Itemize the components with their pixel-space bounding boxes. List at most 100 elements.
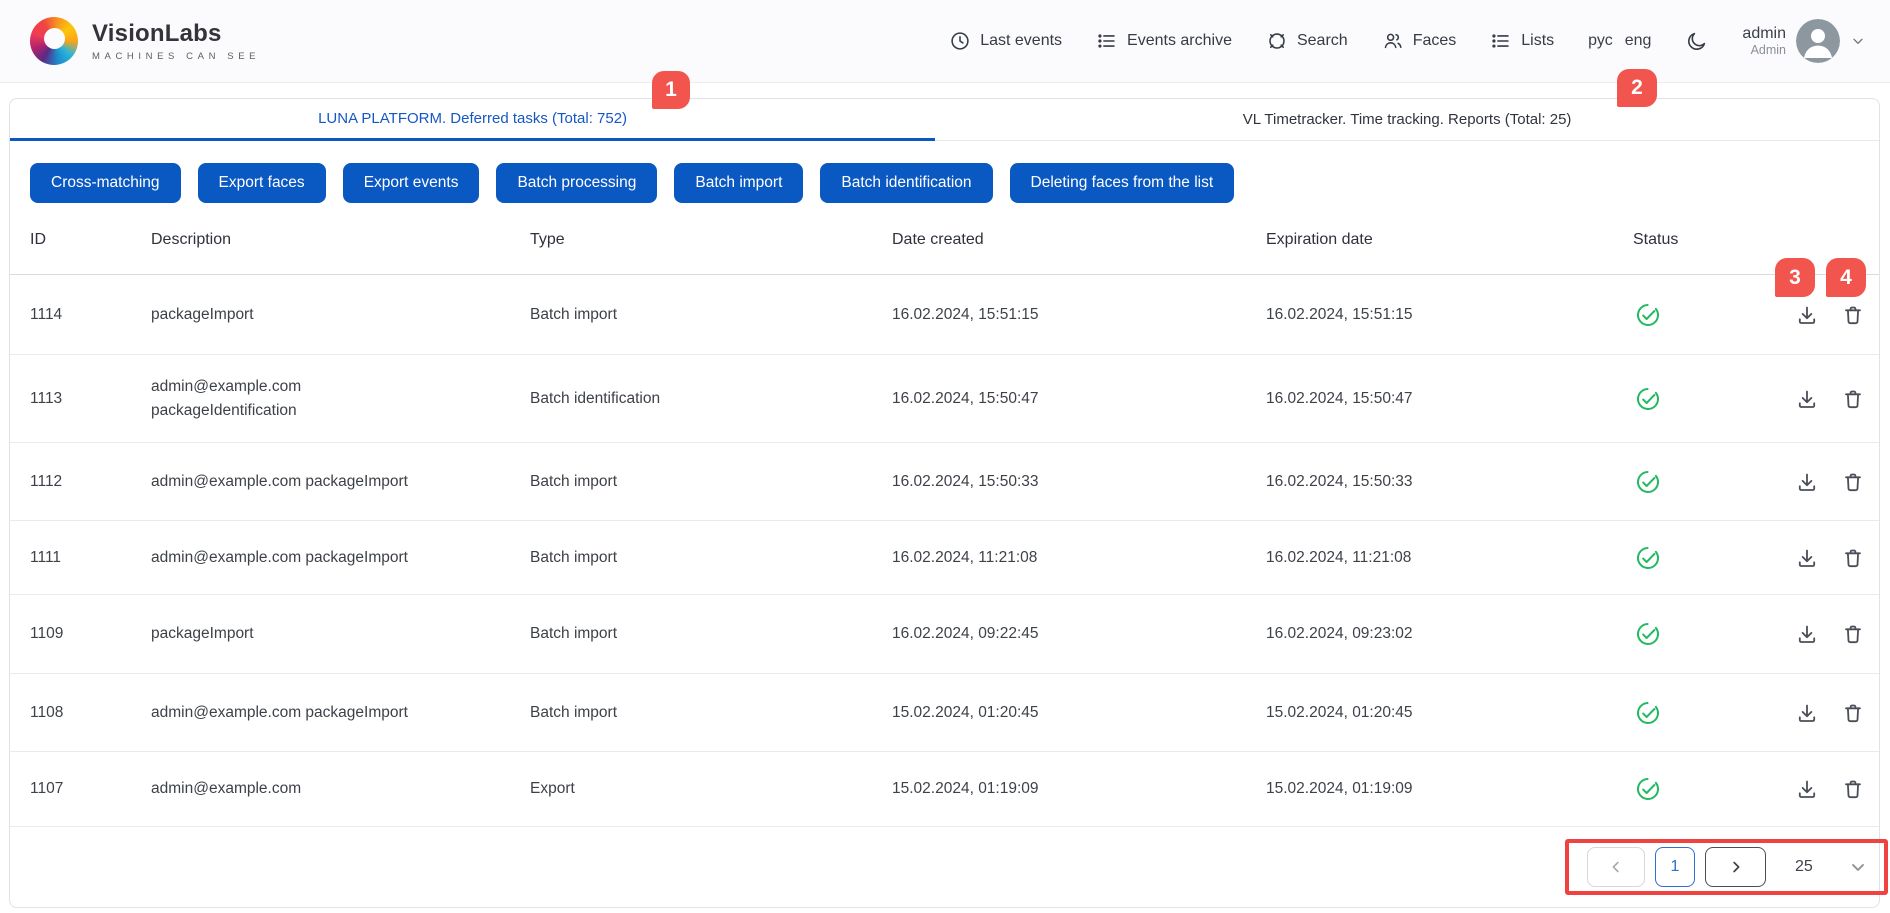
batch-processing-button[interactable]: Batch processing (496, 163, 657, 203)
column-header-expiration-date: Expiration date (1266, 231, 1633, 249)
dark-mode-toggle[interactable] (1685, 30, 1708, 53)
delete-task-button[interactable] (1841, 701, 1865, 725)
download-icon (1795, 777, 1819, 801)
status-success-icon (1633, 545, 1760, 571)
cell-type: Batch import (530, 704, 892, 722)
language-switcher: рус eng (1588, 32, 1651, 50)
nav-item-faces[interactable]: Faces (1382, 30, 1457, 52)
tab-luna-deferred-tasks[interactable]: LUNA PLATFORM. Deferred tasks (Total: 75… (10, 99, 935, 141)
download-icon (1795, 470, 1819, 494)
annotation-badge-3: 3 (1775, 258, 1815, 297)
download-result-button[interactable] (1795, 470, 1819, 494)
previous-page-button[interactable] (1587, 847, 1645, 887)
cell-date-created: 16.02.2024, 15:50:33 (892, 473, 1266, 491)
column-header-status: Status (1633, 231, 1760, 249)
deleting-faces-button[interactable]: Deleting faces from the list (1010, 163, 1235, 203)
trash-icon (1841, 387, 1865, 411)
status-success-icon (1633, 386, 1760, 412)
status-success-icon (1633, 469, 1760, 495)
trash-icon (1841, 777, 1865, 801)
list-icon (1096, 30, 1118, 52)
download-icon (1795, 387, 1819, 411)
table-row: 1111 admin@example.com packageImport Bat… (10, 521, 1879, 595)
page: VisionLabs MACHINES CAN SEE Last events (0, 0, 1890, 913)
download-result-button[interactable] (1795, 303, 1819, 327)
download-result-button[interactable] (1795, 622, 1819, 646)
list-icon (1490, 30, 1512, 52)
cell-description: packageImport (151, 303, 423, 326)
download-result-button[interactable] (1795, 546, 1819, 570)
cell-expiration-date: 16.02.2024, 15:50:33 (1266, 473, 1633, 491)
cell-type: Export (530, 780, 892, 798)
table-row: 1113 admin@example.com packageIdentifica… (10, 355, 1879, 443)
cell-id: 1114 (30, 306, 151, 324)
cell-expiration-date: 16.02.2024, 15:50:47 (1266, 390, 1633, 408)
cell-date-created: 16.02.2024, 15:50:47 (892, 390, 1266, 408)
cell-type: Batch import (530, 473, 892, 491)
tab-vl-timetracker-reports[interactable]: VL Timetracker. Time tracking. Reports (… (935, 99, 1879, 141)
chevron-down-icon (1850, 33, 1866, 49)
export-faces-button[interactable]: Export faces (198, 163, 326, 203)
cell-description: admin@example.com packageImport (151, 546, 423, 569)
search-focus-icon (1266, 30, 1288, 52)
nav-item-label: Events archive (1127, 32, 1232, 50)
lang-rus[interactable]: рус (1588, 32, 1613, 50)
page-number-button[interactable]: 1 (1655, 847, 1695, 887)
download-icon (1795, 303, 1819, 327)
nav-item-events-archive[interactable]: Events archive (1096, 30, 1232, 52)
cell-expiration-date: 16.02.2024, 11:21:08 (1266, 549, 1633, 567)
delete-task-button[interactable] (1841, 387, 1865, 411)
nav-item-label: Search (1297, 32, 1348, 50)
nav-item-search[interactable]: Search (1266, 30, 1348, 52)
chevron-right-icon (1727, 858, 1745, 876)
avatar[interactable] (1796, 19, 1840, 63)
nav-item-last-events[interactable]: Last events (949, 30, 1062, 52)
chevron-down-icon (1848, 857, 1868, 877)
status-success-icon (1633, 700, 1760, 726)
cell-expiration-date: 16.02.2024, 15:51:15 (1266, 306, 1633, 324)
cell-date-created: 16.02.2024, 09:22:45 (892, 625, 1266, 643)
delete-task-button[interactable] (1841, 470, 1865, 494)
annotation-badge-1: 1 (652, 71, 690, 109)
cell-date-created: 15.02.2024, 01:19:09 (892, 780, 1266, 798)
delete-task-button[interactable] (1841, 303, 1865, 327)
table-row: 1107 admin@example.com Export 15.02.2024… (10, 752, 1879, 827)
cell-description: admin@example.com packageImport (151, 470, 423, 493)
export-events-button[interactable]: Export events (343, 163, 480, 203)
next-page-button[interactable] (1705, 847, 1766, 887)
user-menu[interactable]: admin Admin (1742, 19, 1866, 63)
nav-item-label: Lists (1521, 32, 1554, 50)
cell-type: Batch import (530, 625, 892, 643)
page-size-dropdown[interactable] (1848, 857, 1868, 877)
user-names: admin Admin (1742, 25, 1786, 58)
cell-date-created: 16.02.2024, 15:51:15 (892, 306, 1266, 324)
user-name: admin (1742, 25, 1786, 43)
cell-description: admin@example.com (151, 777, 423, 800)
status-success-icon (1633, 302, 1760, 328)
cell-id: 1113 (30, 390, 151, 408)
brand-tagline: MACHINES CAN SEE (92, 51, 260, 62)
trash-icon (1841, 546, 1865, 570)
pagination-annotation-box: 1 25 (1565, 839, 1888, 895)
lang-eng[interactable]: eng (1625, 32, 1652, 50)
cell-type: Batch import (530, 306, 892, 324)
top-nav: VisionLabs MACHINES CAN SEE Last events (0, 0, 1890, 83)
cell-id: 1112 (30, 473, 151, 491)
page-size-value[interactable]: 25 (1795, 858, 1813, 876)
delete-task-button[interactable] (1841, 622, 1865, 646)
nav-menu: Last events Events archive (949, 19, 1866, 63)
cell-id: 1107 (30, 780, 151, 798)
nav-item-lists[interactable]: Lists (1490, 30, 1554, 52)
cross-matching-button[interactable]: Cross-matching (30, 163, 181, 203)
cell-date-created: 15.02.2024, 01:20:45 (892, 704, 1266, 722)
status-success-icon (1633, 621, 1760, 647)
download-result-button[interactable] (1795, 387, 1819, 411)
download-icon (1795, 546, 1819, 570)
download-result-button[interactable] (1795, 701, 1819, 725)
table-row: 1109 packageImport Batch import 16.02.20… (10, 595, 1879, 674)
batch-import-button[interactable]: Batch import (674, 163, 803, 203)
delete-task-button[interactable] (1841, 777, 1865, 801)
delete-task-button[interactable] (1841, 546, 1865, 570)
batch-identification-button[interactable]: Batch identification (820, 163, 992, 203)
download-result-button[interactable] (1795, 777, 1819, 801)
